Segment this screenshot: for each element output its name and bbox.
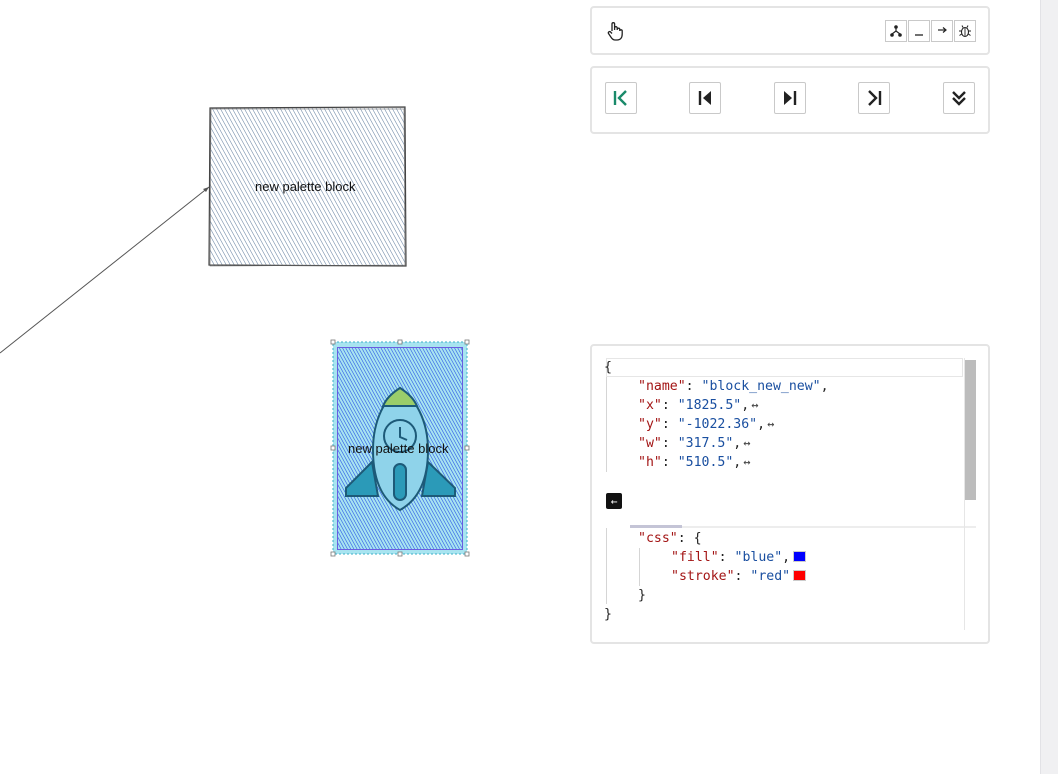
code-line: "x": "1825.5", ↔ [638, 398, 759, 413]
code-line: "fill": "blue", [671, 548, 807, 567]
code-line: "h": "510.5", ↔ [638, 455, 751, 470]
minimize-icon[interactable] [908, 20, 930, 42]
navigation-toolbar [590, 66, 990, 134]
code-area[interactable]: { "name": "block_new_new", "x": "1825.5"… [604, 358, 976, 630]
code-line: } [604, 607, 612, 622]
drag-handle-icon[interactable]: ↔ [743, 455, 750, 469]
expand-all-icon[interactable] [943, 82, 975, 114]
code-line: "name": "block_new_new", [638, 379, 829, 394]
go-first-icon[interactable] [605, 82, 637, 114]
indent-guide [606, 528, 607, 604]
window-scrollbar[interactable] [1040, 0, 1058, 774]
code-line: } [638, 588, 646, 603]
code-line: { [604, 360, 612, 375]
active-line-highlight [606, 358, 963, 377]
tool-toolbar [590, 6, 990, 55]
bug-icon[interactable] [954, 20, 976, 42]
code-line: "stroke": "red" [671, 567, 807, 586]
json-editor[interactable]: { "name": "block_new_new", "x": "1825.5"… [590, 344, 990, 644]
code-line: "css": { [638, 531, 702, 546]
step-back-icon[interactable] [689, 82, 721, 114]
code-line: "w": "317.5", ↔ [638, 436, 751, 451]
connector-line[interactable] [0, 186, 210, 354]
fill-color-swatch[interactable] [793, 551, 807, 562]
hand-pointer-icon[interactable] [604, 20, 626, 42]
block-1-label: new palette block [255, 179, 356, 194]
hierarchy-icon[interactable] [885, 20, 907, 42]
step-forward-icon[interactable] [774, 82, 806, 114]
editor-scroll-thumb[interactable] [965, 360, 976, 500]
drag-handle-icon[interactable]: ↔ [751, 398, 758, 412]
arrow-right-icon[interactable] [931, 20, 953, 42]
indent-guide [639, 548, 640, 586]
mini-button-group [885, 20, 976, 42]
drag-handle-icon[interactable]: ↔ [767, 417, 774, 431]
fold-arrow-icon[interactable]: ← [606, 493, 622, 509]
go-last-icon[interactable] [858, 82, 890, 114]
indent-guide [606, 377, 607, 472]
divider-marker [630, 525, 682, 528]
drag-handle-icon[interactable]: ↔ [743, 436, 750, 450]
stroke-color-swatch[interactable] [793, 570, 807, 581]
block-2-label: new palette block [348, 441, 449, 456]
code-line: "y": "-1022.36", ↔ [638, 417, 775, 432]
